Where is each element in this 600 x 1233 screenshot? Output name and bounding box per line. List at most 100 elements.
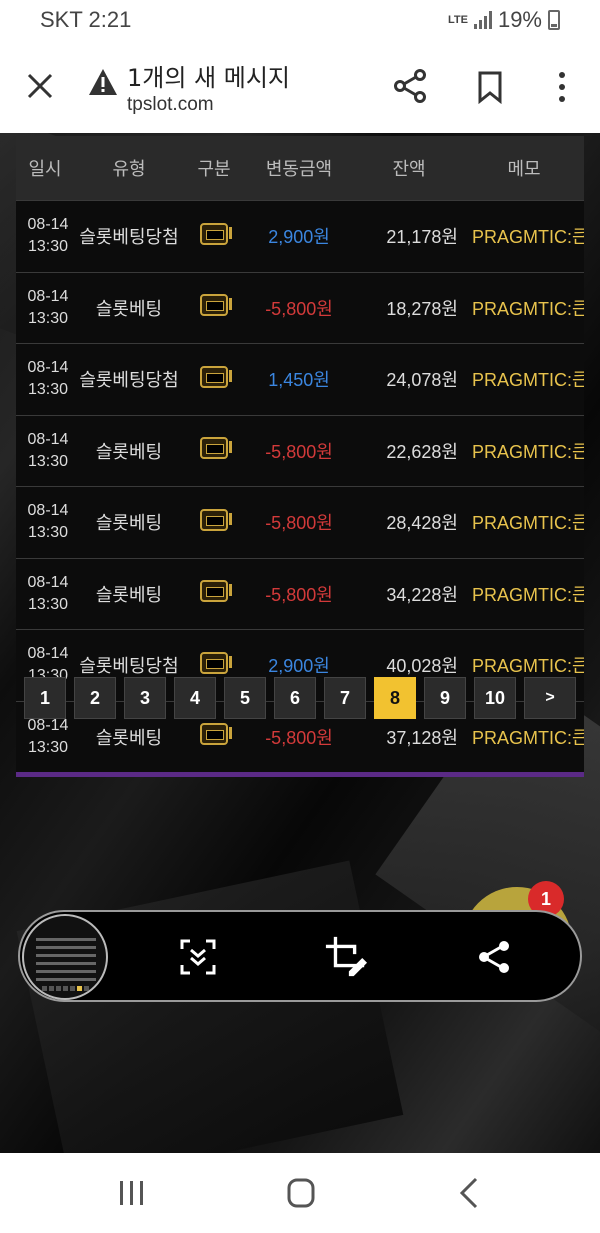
row-category: [184, 437, 244, 464]
row-datetime: 08-14 13:30: [16, 572, 74, 616]
slot-machine-icon: [200, 294, 232, 317]
slot-machine-icon: [200, 365, 232, 388]
page-title: 1개의 새 메시지: [127, 64, 291, 92]
share-button[interactable]: [472, 935, 516, 979]
row-date: 08-14: [27, 573, 69, 591]
row-type: 슬롯베팅: [95, 584, 163, 606]
row-balance: 22,628원: [386, 441, 458, 462]
table-row: 08-14 13:30 슬롯베팅당첨 2,900원 21,178원 PRAGMTIC:큰: [16, 200, 584, 272]
row-time: 13:30: [27, 524, 69, 542]
row-type: 슬롯베팅: [95, 441, 163, 463]
signal-icon: [473, 11, 492, 29]
slot-machine-icon: [200, 437, 232, 460]
row-type: 슬롯베팅: [95, 727, 163, 749]
home-icon[interactable]: [281, 1175, 321, 1211]
page-button-7[interactable]: 7: [324, 677, 366, 719]
table-row: 08-14 13:30 슬롯베팅 -5,800원 18,278원 PRAGMTIC:큰: [16, 271, 584, 343]
row-memo: PRAGMTIC:큰: [472, 656, 584, 677]
pagination: 1 2 3 4 5 6 7 8 9 10 >: [24, 677, 576, 719]
page-url[interactable]: tpslot.com: [127, 94, 214, 116]
share-icon: [479, 941, 509, 973]
header-type: 유형: [112, 159, 146, 180]
warning-icon[interactable]: [88, 68, 118, 96]
page-button-6[interactable]: 6: [274, 677, 316, 719]
row-balance: 37,128원: [386, 727, 458, 748]
row-memo: PRAGMTIC:큰: [472, 727, 584, 748]
row-datetime: 08-14 13:30: [16, 286, 74, 330]
row-date: 08-14: [27, 645, 69, 663]
slot-machine-icon: [200, 222, 232, 245]
battery-icon: [548, 10, 560, 30]
recents-icon[interactable]: [112, 1175, 152, 1211]
row-type: 슬롯베팅: [95, 298, 163, 320]
crop-edit-button[interactable]: [324, 935, 368, 979]
page-button-2[interactable]: 2: [74, 677, 116, 719]
share-icon[interactable]: [392, 68, 428, 104]
row-datetime: 08-14 13:30: [16, 214, 74, 258]
page-button-3[interactable]: 3: [124, 677, 166, 719]
row-category: [184, 723, 244, 750]
row-amount: -5,800원: [265, 441, 333, 462]
row-amount: 2,900원: [268, 227, 330, 248]
screenshot-toolbar: [18, 910, 582, 1002]
row-type: 슬롯베팅당첨: [79, 370, 179, 392]
page-button-4[interactable]: 4: [174, 677, 216, 719]
page-button-5[interactable]: 5: [224, 677, 266, 719]
row-datetime: 08-14 13:30: [16, 429, 74, 473]
scroll-capture-button[interactable]: [176, 935, 220, 979]
page-button-1[interactable]: 1: [24, 677, 66, 719]
row-date: 08-14: [27, 502, 69, 520]
next-page-button[interactable]: >: [524, 677, 576, 719]
row-category: [184, 651, 244, 679]
row-memo: PRAGMTIC:큰: [472, 513, 584, 534]
row-balance: 28,428원: [386, 513, 458, 534]
table-row: 08-14 13:30 슬롯베팅당첨 1,450원 24,078원 PRAGMTIC:큰: [16, 343, 584, 415]
row-amount: -5,800원: [265, 727, 333, 748]
row-type: 슬롯베팅: [95, 513, 163, 535]
scroll-capture-icon: [180, 939, 216, 975]
crop-edit-icon: [325, 936, 368, 977]
row-memo: PRAGMTIC:큰: [472, 370, 584, 391]
more-vertical-icon[interactable]: [547, 70, 577, 104]
close-icon[interactable]: [24, 70, 56, 102]
table-row: 08-14 13:30 슬롯베팅 -5,800원 22,628원 PRAGMTIC:큰: [16, 414, 584, 486]
row-memo: PRAGMTIC:큰: [472, 298, 584, 319]
background-shape: [16, 860, 404, 1153]
row-balance: 24,078원: [386, 370, 458, 391]
row-amount: 1,450원: [268, 370, 330, 391]
row-memo: PRAGMTIC:큰: [472, 227, 584, 248]
row-balance: 21,178원: [386, 227, 458, 248]
status-icons: LTE 19%: [448, 7, 560, 33]
row-type: 슬롯베팅당첨: [79, 656, 179, 678]
row-category: [184, 222, 244, 250]
page-button-9[interactable]: 9: [424, 677, 466, 719]
back-icon[interactable]: [450, 1175, 490, 1211]
network-label: LTE: [447, 13, 468, 26]
row-balance: 34,228원: [386, 584, 458, 605]
system-nav-bar: [0, 1153, 600, 1233]
status-bar: SKT 2:21 LTE 19%: [0, 0, 600, 40]
row-memo: PRAGMTIC:큰: [472, 441, 584, 462]
page-button-10[interactable]: 10: [474, 677, 516, 719]
row-category: [184, 294, 244, 321]
carrier-time: SKT 2:21: [40, 7, 132, 32]
row-balance: 18,278원: [386, 298, 458, 319]
browser-header: 1개의 새 메시지 tpslot.com: [0, 40, 600, 133]
row-date: 08-14: [27, 216, 69, 234]
bookmark-icon[interactable]: [475, 70, 505, 104]
row-amount: 2,900원: [268, 656, 330, 677]
header-amount: 변동금액: [265, 159, 333, 180]
row-date: 08-14: [27, 359, 69, 377]
row-balance: 40,028원: [386, 656, 458, 677]
slot-machine-icon: [200, 723, 232, 746]
header-balance: 잔액: [392, 159, 426, 180]
row-datetime: 08-14 13:30: [16, 500, 74, 544]
row-type: 슬롯베팅당첨: [79, 227, 179, 249]
table-row: 08-14 13:30 슬롯베팅 -5,800원 28,428원 PRAGMTIC:큰: [16, 486, 584, 558]
battery-percent: 19%: [497, 7, 542, 32]
row-time: 13:30: [27, 595, 69, 613]
page-button-8[interactable]: 8: [374, 677, 416, 719]
header-category: 구분: [197, 159, 231, 180]
screenshot-thumbnail[interactable]: [22, 914, 108, 1000]
row-date: 08-14: [27, 430, 69, 448]
